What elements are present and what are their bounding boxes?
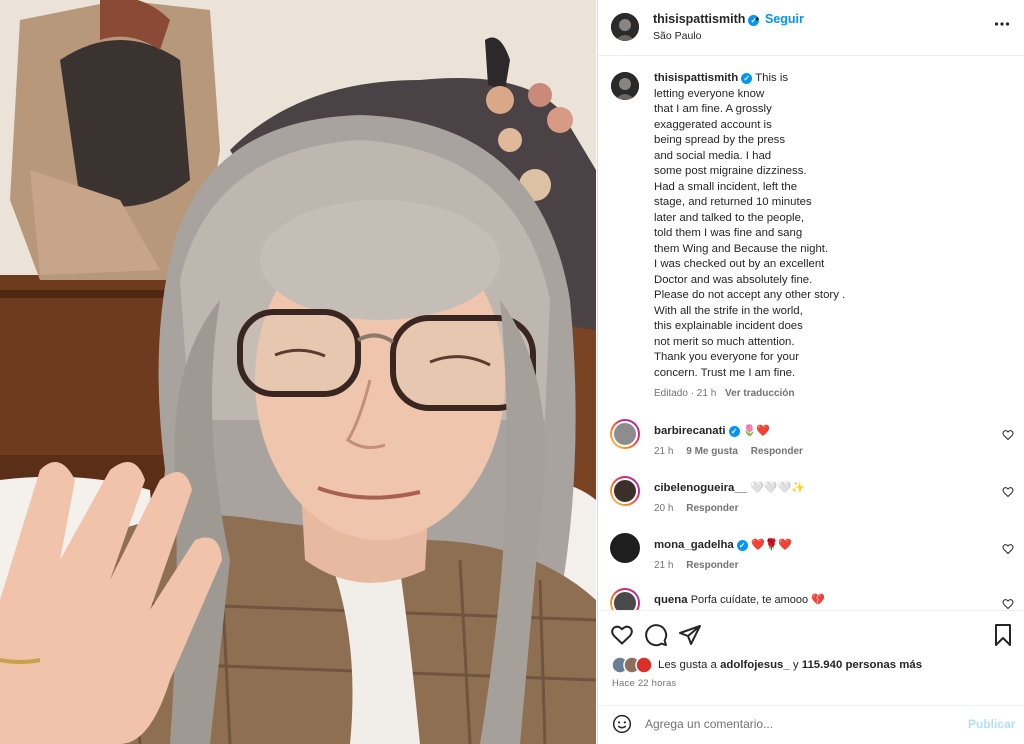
post-sidebar: thisispattismith ✓ • Seguir São Paulo thi… <box>597 0 1024 744</box>
commenter-avatar[interactable] <box>610 419 640 449</box>
caption-line: that I am fine. A grossly <box>654 103 772 115</box>
caption-line: letting everyone know <box>654 87 765 100</box>
caption-line: With all the strife in the world, <box>654 304 803 317</box>
reply-button[interactable]: Responder <box>751 446 803 457</box>
comment-item: quena Porfa cuídate, te amooo 💔 <box>598 588 1024 610</box>
comment-time: 21 h <box>654 560 674 571</box>
comment-meta: 21 h 9 Me gusta Responder <box>654 446 813 457</box>
caption-line: Doctor and was absolutely fine. <box>654 273 813 286</box>
caption-line: Had a small incident, left the <box>654 180 798 193</box>
verified-badge-icon: ✓ <box>728 426 740 437</box>
heart-outline-icon[interactable] <box>1002 598 1014 610</box>
caption-line: them Wing and Because the night. <box>654 242 829 255</box>
commenter-username[interactable]: mona_gadelha <box>654 539 734 551</box>
heart-outline-icon[interactable] <box>1002 429 1014 441</box>
caption-first-line: thisispattismith ✓ This is <box>654 72 789 84</box>
caption-line: and social media. I had <box>654 149 772 162</box>
commenter-username[interactable]: cibelenogueira__ <box>654 482 747 494</box>
liker-username[interactable]: adolfojesus_ <box>720 659 790 671</box>
author-avatar[interactable] <box>611 13 639 41</box>
caption-line: being spread by the press <box>654 134 786 146</box>
comment-text: mona_gadelha ✓ ❤️🌹❤️ <box>654 538 792 551</box>
comment-body: Porfa cuídate, te amooo 💔 <box>690 594 825 606</box>
caption-line: concern. Trust me I am fine. <box>654 366 796 379</box>
selfie-photo-illustration <box>0 0 596 744</box>
post-photo[interactable] <box>0 0 596 744</box>
author-username[interactable]: thisispattismith ✓ <box>653 12 760 26</box>
caption-line: this explainable incident does <box>654 320 803 332</box>
comment-item: cibelenogueira__ 🤍🤍🤍✨ 20 h Responder <box>598 476 1024 533</box>
comment-body: 🤍🤍🤍✨ <box>750 482 806 494</box>
caption-line: some post migraine dizziness. <box>654 165 807 177</box>
comment-text: cibelenogueira__ 🤍🤍🤍✨ <box>654 481 805 494</box>
bookmark-icon[interactable] <box>991 623 1015 647</box>
caption-line: Please do not accept any other story . <box>654 289 846 301</box>
reply-button[interactable]: Responder <box>686 503 738 514</box>
likers-avatars[interactable] <box>611 656 657 674</box>
verified-badge-icon: ✓ <box>736 540 748 551</box>
post-location[interactable]: São Paulo <box>653 30 701 42</box>
comment-composer: Publicar <box>598 705 1024 744</box>
caption-meta: Editado · 21 h Ver traducción <box>654 388 801 399</box>
likes-count[interactable]: 115.940 personas más <box>802 659 922 671</box>
caption-line: exaggerated account is <box>654 118 772 131</box>
likes-summary[interactable]: Les gusta a adolfojesus_ y 115.940 perso… <box>658 659 922 671</box>
heart-icon[interactable] <box>610 623 634 647</box>
commenter-avatar[interactable] <box>610 533 640 563</box>
post-header: thisispattismith ✓ • Seguir São Paulo <box>598 0 1024 56</box>
caption-author-avatar[interactable] <box>611 72 639 100</box>
comment-item: barbirecanati ✓ 🌷❤️ 21 h 9 Me gusta Respo… <box>598 419 1024 476</box>
see-translation-link[interactable]: Ver traducción <box>725 388 794 399</box>
caption-edited-time: Editado · 21 h <box>654 388 717 399</box>
post-timestamp[interactable]: Hace 22 horas <box>612 678 676 689</box>
share-icon[interactable] <box>678 623 702 647</box>
comment-body: 🌷❤️ <box>742 425 771 437</box>
comment-body: ❤️🌹❤️ <box>750 539 793 551</box>
caption-line: later and talked to the people, <box>654 211 805 224</box>
comment-meta: 20 h Responder <box>654 503 748 514</box>
comment-meta: 21 h Responder <box>654 560 748 571</box>
comment-time: 20 h <box>654 503 674 514</box>
post-caption: thisispattismith ✓ This is letting everyo… <box>654 71 884 381</box>
comment-likes[interactable]: 9 Me gusta <box>686 446 738 457</box>
caption-line: told them I was fine and sang <box>654 227 803 239</box>
verified-badge-icon: ✓ <box>741 73 753 84</box>
caption-line: stage, and returned 10 minutes <box>654 196 812 208</box>
comment-text: quena Porfa cuídate, te amooo 💔 <box>654 593 825 606</box>
comment-input[interactable] <box>645 715 945 733</box>
caption-username[interactable]: thisispattismith <box>654 72 738 84</box>
comment-time: 21 h <box>654 446 674 457</box>
commenter-username[interactable]: barbirecanati <box>654 425 726 437</box>
heart-outline-icon[interactable] <box>1002 543 1014 555</box>
caption-line: I was checked out by an excellent <box>654 258 825 270</box>
separator-dot: • <box>755 12 760 26</box>
post-actions: Les gusta a adolfojesus_ y 115.940 perso… <box>598 610 1024 705</box>
follow-button[interactable]: Seguir <box>765 12 804 26</box>
publish-button[interactable]: Publicar <box>968 717 1015 731</box>
commenter-avatar[interactable] <box>610 588 640 610</box>
more-horizontal-icon[interactable] <box>994 16 1010 32</box>
commenter-username[interactable]: quena <box>654 594 688 606</box>
heart-outline-icon[interactable] <box>1002 486 1014 498</box>
comment-item: mona_gadelha ✓ ❤️🌹❤️ 21 h Responder <box>598 533 1024 590</box>
comments-list[interactable]: thisispattismith ✓ This is letting everyo… <box>598 57 1024 610</box>
comment-text: barbirecanati ✓ 🌷❤️ <box>654 424 770 437</box>
caption-line: not merit so much attention. <box>654 335 795 348</box>
commenter-avatar[interactable] <box>610 476 640 506</box>
caption-line: Thank you everyone for your <box>654 351 799 363</box>
comment-icon[interactable] <box>644 623 668 647</box>
emoji-icon[interactable] <box>612 714 632 734</box>
reply-button[interactable]: Responder <box>686 560 738 571</box>
